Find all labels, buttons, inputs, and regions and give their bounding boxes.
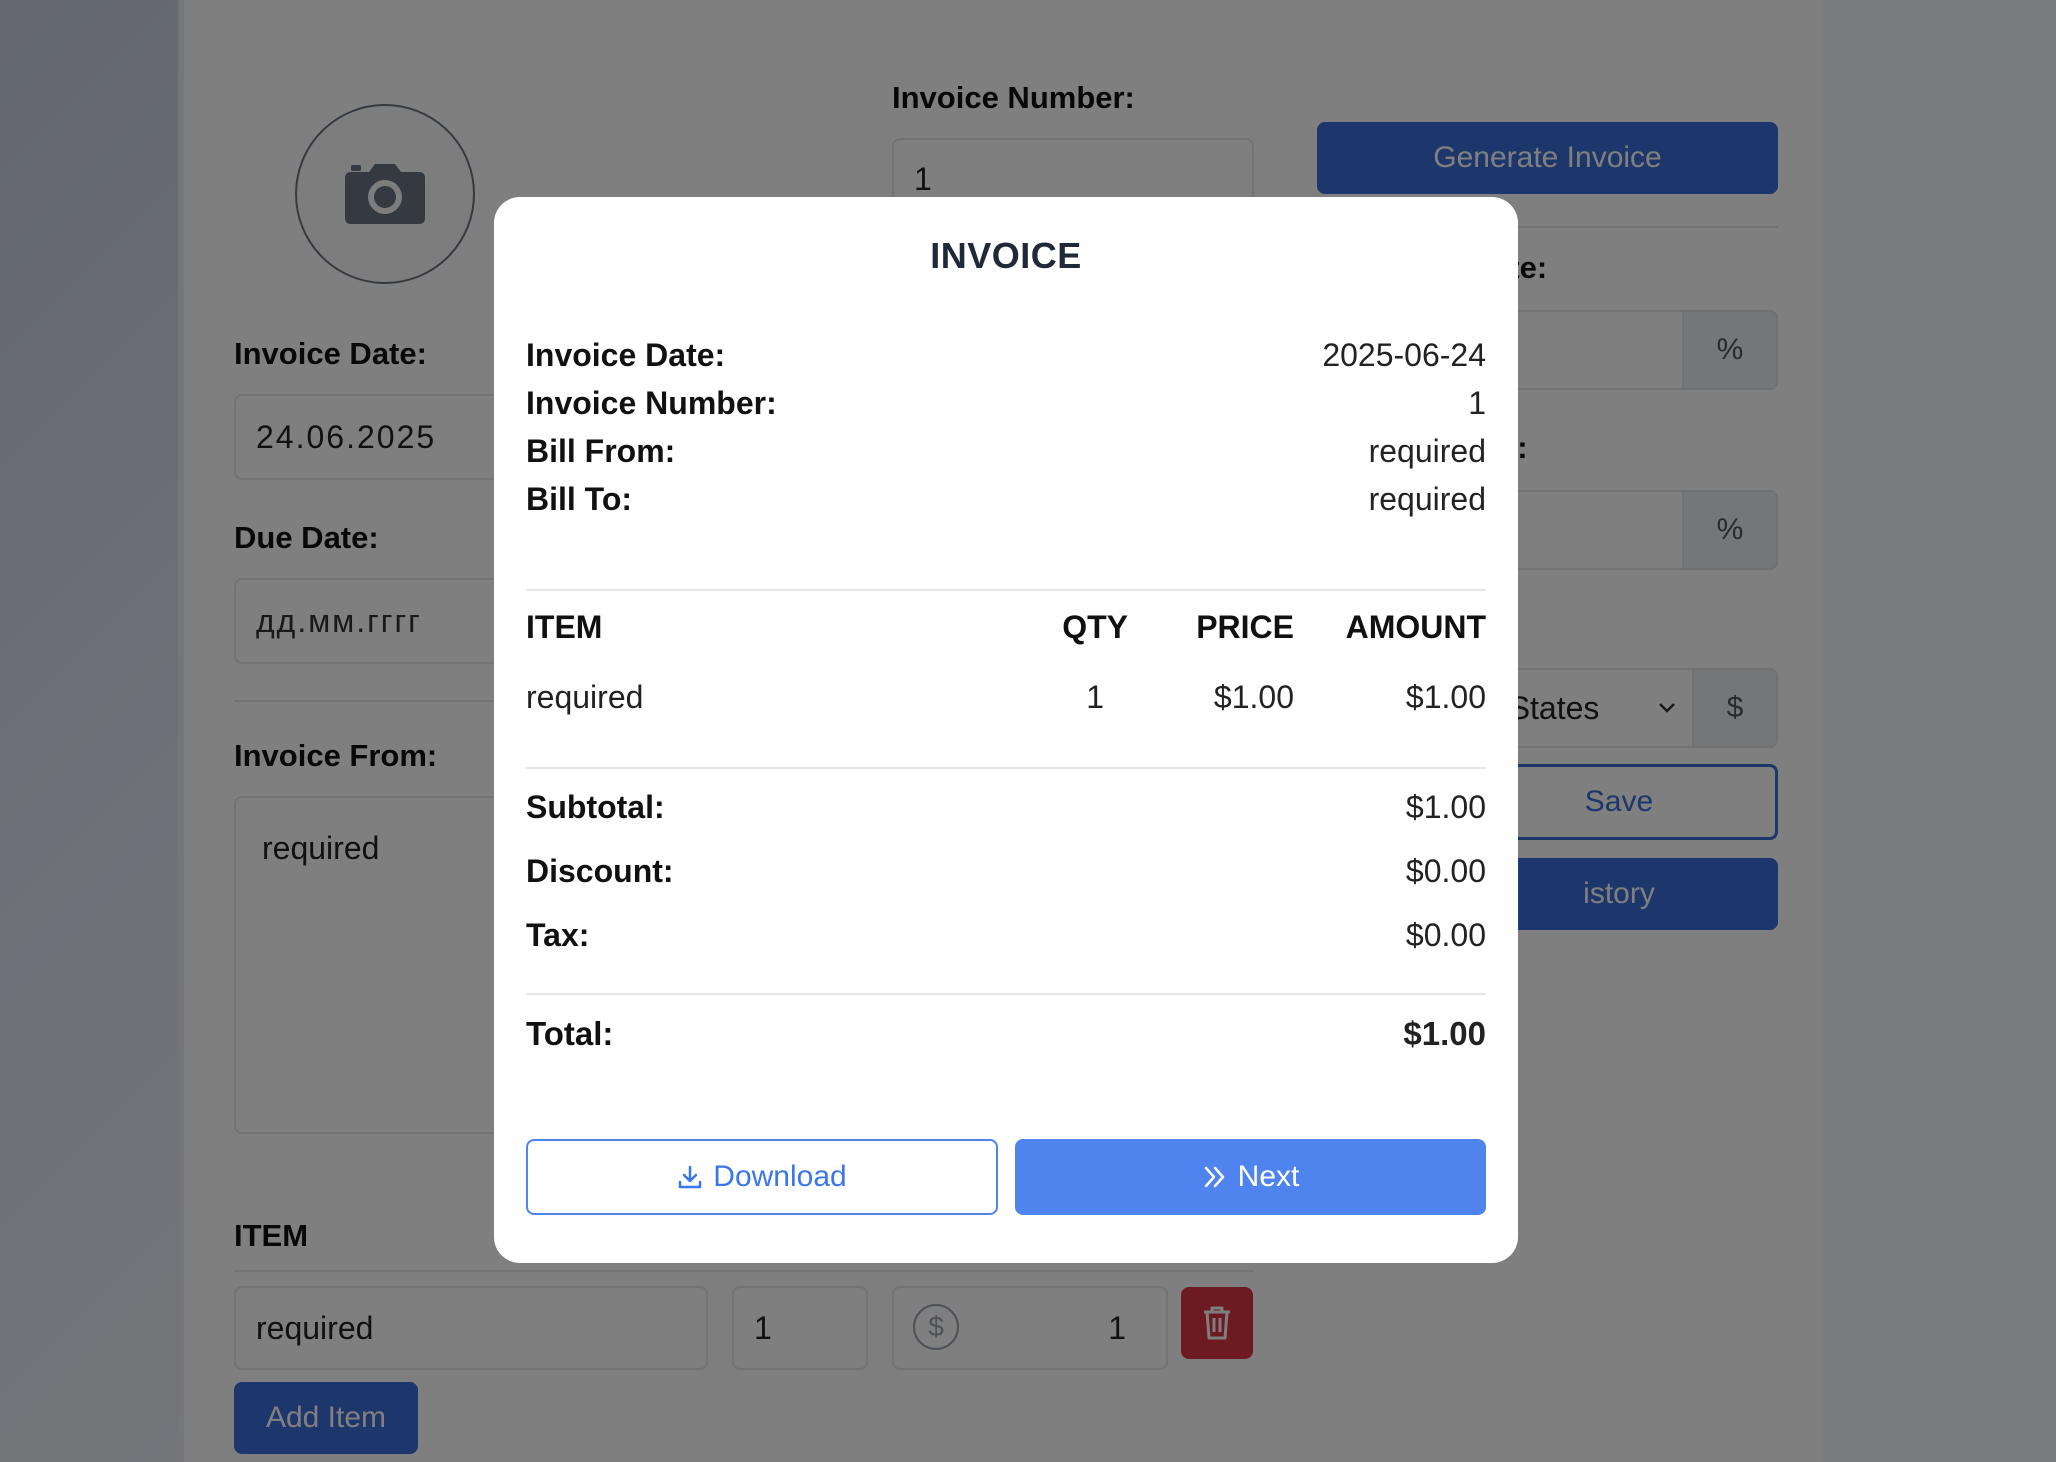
summary-label: Subtotal:: [526, 789, 665, 825]
download-icon: [679, 1165, 702, 1189]
table-header-amount: AMOUNT: [1345, 609, 1486, 645]
summary-label: Discount:: [526, 853, 674, 889]
divider: [526, 767, 1486, 769]
summary-value: $1.00: [1405, 789, 1486, 825]
modal-title: INVOICE: [930, 235, 1082, 276]
total-value: $1.00: [1403, 1015, 1486, 1052]
detail-row-invoice-number: Invoice Number: 1: [526, 385, 1486, 422]
detail-label: Bill To:: [526, 481, 633, 517]
download-button[interactable]: Download: [526, 1139, 998, 1215]
table-header-item: ITEM: [526, 609, 603, 645]
next-label: Next: [1237, 1160, 1300, 1193]
invoice-preview-modal: INVOICE Invoice Date: 2025-06-24 Invoice…: [494, 197, 1518, 1263]
detail-value: 2025-06-24: [1322, 337, 1486, 373]
detail-row-bill-to: Bill To: required: [526, 481, 1486, 518]
summary-row-discount: Discount: $0.00: [526, 853, 1486, 890]
detail-value: 1: [1468, 385, 1486, 421]
next-button[interactable]: Next: [1015, 1139, 1486, 1215]
detail-label: Invoice Date:: [526, 337, 726, 373]
summary-label: Tax:: [526, 917, 590, 953]
table-cell-amount: $1.00: [1405, 679, 1486, 715]
detail-row-invoice-date: Invoice Date: 2025-06-24: [526, 337, 1486, 374]
table-cell-price: $1.00: [1213, 679, 1294, 715]
summary-value: $0.00: [1405, 917, 1486, 953]
summary-value: $0.00: [1405, 853, 1486, 889]
summary-row-subtotal: Subtotal: $1.00: [526, 789, 1486, 826]
divider: [526, 589, 1486, 591]
chevrons-right-icon: [1204, 1166, 1224, 1188]
detail-value: required: [1368, 481, 1486, 517]
detail-value: required: [1368, 433, 1486, 469]
detail-row-bill-from: Bill From: required: [526, 433, 1486, 470]
table-cell-item: required: [526, 679, 644, 715]
table-header-qty: QTY: [1062, 609, 1128, 645]
summary-row-tax: Tax: $0.00: [526, 917, 1486, 954]
table-header-price: PRICE: [1196, 609, 1294, 645]
divider: [526, 993, 1486, 995]
detail-label: Bill From:: [526, 433, 676, 469]
summary-row-total: Total: $1.00: [526, 1015, 1486, 1053]
total-label: Total:: [526, 1015, 614, 1052]
table-cell-qty: 1: [1086, 679, 1104, 715]
download-label: Download: [713, 1160, 847, 1193]
detail-label: Invoice Number:: [526, 385, 777, 421]
